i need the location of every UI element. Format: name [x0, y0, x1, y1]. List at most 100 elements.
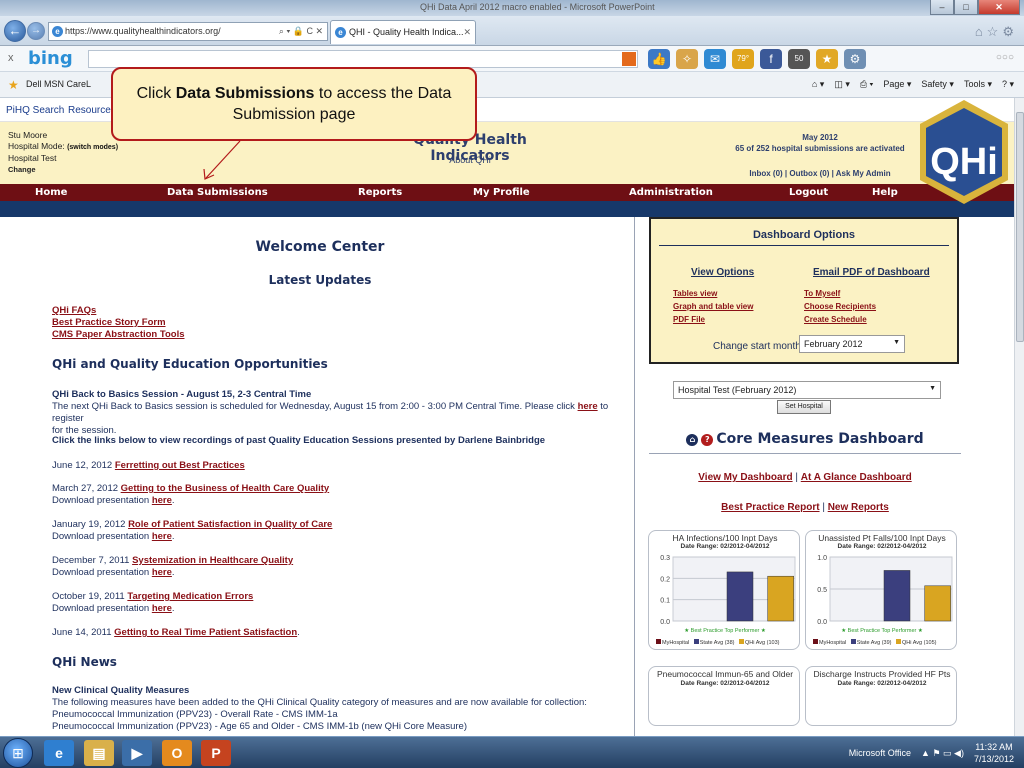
chart-card-pneumococcal[interactable]: Pneumococcal Immun-65 and Older Date Ran… [648, 666, 800, 726]
tables-view-link[interactable]: Tables view [673, 289, 717, 298]
close-window-button[interactable]: ✕ [978, 0, 1020, 15]
create-schedule-link[interactable]: Create Schedule [804, 315, 867, 324]
bing-search-go-icon[interactable] [622, 52, 636, 66]
address-tools[interactable]: ⌕ ▾ 🔒 C ✕ [279, 26, 323, 37]
maximize-button[interactable]: □ [954, 0, 978, 15]
chat-icon[interactable]: ✉ [704, 49, 726, 69]
callout-text-pre: Click [136, 85, 176, 102]
b2b-register-link[interactable]: here [578, 401, 598, 412]
session-link[interactable]: Role of Patient Satisfaction in Quality … [128, 519, 332, 530]
download-here-link[interactable]: here [152, 495, 172, 506]
tools-menu[interactable]: Tools ▾ [964, 79, 992, 90]
clock[interactable]: 11:32 AM 7/13/2012 [974, 741, 1014, 765]
best-practice-form-link[interactable]: Best Practice Story Form [52, 317, 166, 328]
menu-data-submissions[interactable]: Data Submissions [167, 187, 268, 198]
menu-help[interactable]: Help [872, 187, 898, 198]
address-bar[interactable]: e https://www.qualityhealthindicators.or… [48, 22, 328, 41]
explorer-taskbar-icon[interactable]: ▤ [84, 740, 114, 766]
start-month-select[interactable]: February 2012 ▼ [799, 335, 905, 353]
back-icon[interactable]: ← [4, 20, 26, 42]
apps-icon[interactable]: ⚙ [844, 49, 866, 69]
help-icon[interactable]: ? [701, 434, 714, 446]
bar-state-avg-39- [883, 570, 911, 622]
chart-card-ha-infections[interactable]: HA Infections/100 Inpt Days Date Range: … [648, 530, 800, 650]
menu-administration[interactable]: Administration [629, 187, 713, 198]
bing-search-input[interactable] [88, 50, 638, 68]
session-link[interactable]: Systemization in Healthcare Quality [132, 555, 293, 566]
home-star-gear-icons[interactable]: ⌂☆⚙ [975, 24, 1018, 40]
media-taskbar-icon[interactable]: ▶ [122, 740, 152, 766]
session-link[interactable]: Targeting Medication Errors [127, 591, 253, 602]
print-icon[interactable]: ⎙ ▾ [860, 79, 873, 90]
minimize-button[interactable]: – [930, 0, 954, 15]
clock-time: 11:32 AM [975, 742, 1013, 752]
new-reports-link[interactable]: New Reports [828, 502, 889, 513]
pdf-file-link[interactable]: PDF File [673, 315, 705, 324]
tab-close-icon[interactable]: ✕ [463, 27, 471, 38]
choose-recipients-link[interactable]: Choose Recipients [804, 302, 876, 311]
browser-navbar: ← → e https://www.qualityhealthindicator… [0, 16, 1024, 46]
facebook-icon[interactable]: f [760, 49, 782, 69]
thumbs-up-icon[interactable]: 👍 [648, 49, 670, 69]
hospital-name: Hospital Test [8, 153, 57, 163]
puzzle-icon[interactable]: ✧ [676, 49, 698, 69]
weather-icon[interactable]: 79° [732, 49, 754, 69]
feeds-icon[interactable]: ◫ ▾ [834, 79, 850, 90]
chart-card-pt-falls[interactable]: Unassisted Pt Falls/100 Inpt Days Date R… [805, 530, 957, 650]
tray-label[interactable]: Microsoft Office [849, 748, 911, 758]
tab-qhi[interactable]: e QHI - Quality Health Indica... ✕ [330, 20, 476, 44]
pihq-search-link[interactable]: PiHQ Search [6, 105, 64, 116]
page-menu[interactable]: Page ▾ [883, 79, 911, 90]
hospital-select[interactable]: Hospital Test (February 2012) ▼ [673, 381, 941, 399]
download-here-link[interactable]: here [152, 567, 172, 578]
welcome-title: Welcome Center [255, 239, 385, 255]
mail-links[interactable]: Inbox (0) | Outbox (0) | Ask My Admin [720, 168, 920, 179]
dashboard-options-title: Dashboard Options [752, 229, 856, 241]
favorites-items[interactable]: Dell MSN CareL [26, 79, 91, 89]
forward-icon[interactable]: → [27, 22, 45, 40]
chart-card-discharge[interactable]: Discharge Instructs Provided HF Pts Date… [805, 666, 957, 726]
toolbar-close-icon[interactable]: x [8, 52, 14, 64]
view-my-dashboard-link[interactable]: View My Dashboard [698, 472, 792, 483]
graph-table-view-link[interactable]: Graph and table view [673, 302, 753, 311]
safety-menu[interactable]: Safety ▾ [921, 79, 954, 90]
favorites-star-icon[interactable]: ★ [8, 78, 19, 92]
set-hospital-button[interactable]: Set Hospital [777, 400, 831, 414]
download-here-link[interactable]: here [152, 531, 172, 542]
powerpoint-taskbar-icon[interactable]: P [201, 740, 231, 766]
menu-reports[interactable]: Reports [358, 187, 402, 198]
session-link[interactable]: Getting to Real Time Patient Satisfactio… [114, 627, 297, 638]
to-myself-link[interactable]: To Myself [804, 289, 840, 298]
help-menu[interactable]: ? ▾ [1002, 79, 1014, 90]
download-here-link[interactable]: here [152, 603, 172, 614]
chart-legend: MyHospital State Avg (39) QHi Avg (105) [810, 639, 960, 646]
toolbar-more-icon[interactable]: ○○○ [996, 52, 1014, 63]
outlook-taskbar-icon[interactable]: O [162, 740, 192, 766]
vertical-scrollbar[interactable] [1014, 98, 1024, 736]
y-tick-label: 0.1 [660, 598, 670, 605]
resource-link[interactable]: Resource [68, 105, 111, 116]
menu-home[interactable]: Home [35, 187, 67, 198]
cms-tools-link[interactable]: CMS Paper Abstraction Tools [52, 329, 185, 340]
menu-logout[interactable]: Logout [789, 187, 828, 198]
notifications-icon[interactable]: 50 [788, 49, 810, 69]
session-link[interactable]: Getting to the Business of Health Care Q… [121, 483, 330, 494]
change-link[interactable]: Change [8, 164, 118, 175]
ie-taskbar-icon[interactable]: e [44, 740, 74, 766]
at-a-glance-link[interactable]: At A Glance Dashboard [801, 472, 912, 483]
home-icon[interactable]: ⌂ [686, 434, 699, 446]
about-link[interactable]: About QHi [420, 155, 520, 165]
best-practice-report-link[interactable]: Best Practice Report [721, 502, 819, 513]
home-icon[interactable]: ⌂ ▾ [812, 79, 824, 90]
y-tick-label: 0.2 [660, 576, 670, 583]
session-link[interactable]: Ferretting out Best Practices [115, 460, 245, 471]
tray-icons[interactable]: ▲ ⚑ ▭ ◀) [921, 748, 964, 759]
qhi-faqs-link[interactable]: QHi FAQs [52, 305, 96, 316]
chart-date-range: Date Range: 02/2012-04/2012 [680, 543, 770, 550]
switch-modes-link[interactable]: (switch modes) [67, 144, 118, 151]
star-icon[interactable]: ★ [816, 49, 838, 69]
menu-my-profile[interactable]: My Profile [473, 187, 530, 198]
scrollbar-thumb[interactable] [1016, 112, 1024, 342]
start-month-label: Change start month: [713, 341, 804, 352]
start-button-icon[interactable]: ⊞ [3, 738, 33, 768]
